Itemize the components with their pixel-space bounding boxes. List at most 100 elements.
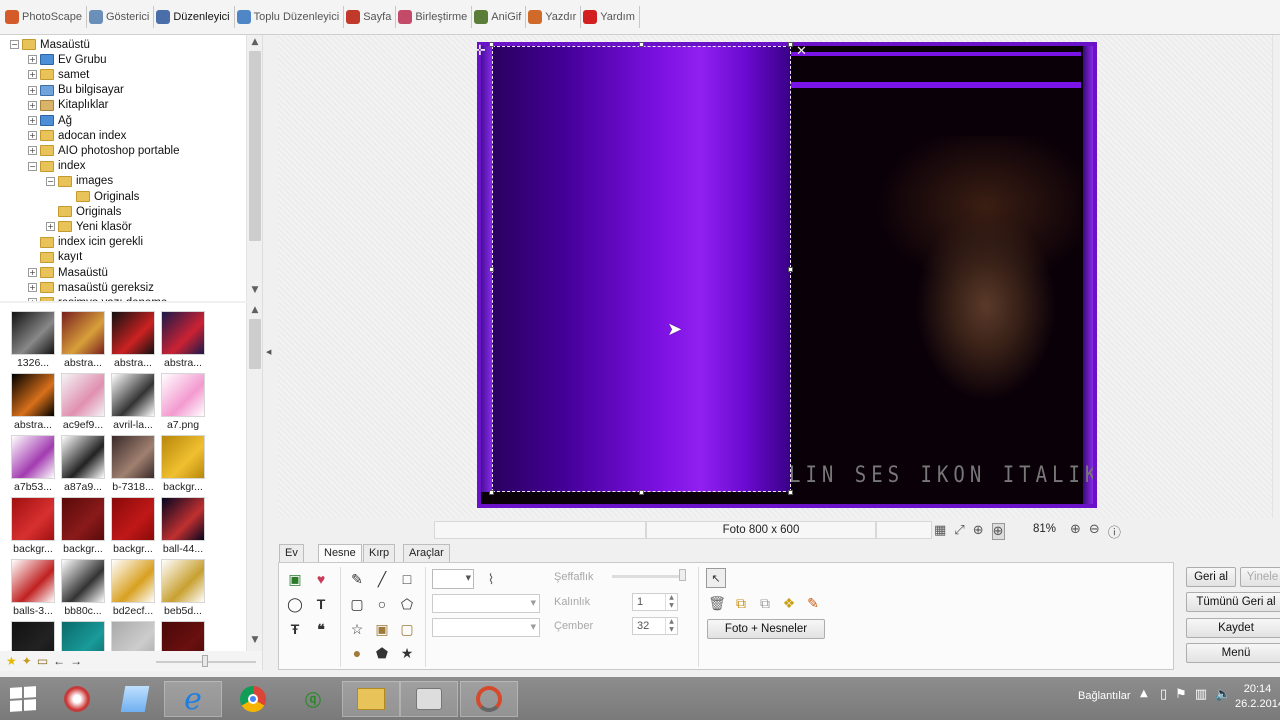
tree-item[interactable]: + Ağ bbox=[28, 113, 72, 128]
tab-tools[interactable]: Araçlar bbox=[403, 544, 450, 562]
resize-handle[interactable] bbox=[788, 490, 793, 495]
zoom-icon[interactable]: ⊕ bbox=[973, 523, 984, 540]
tree-item[interactable]: + masaüstü gereksiz bbox=[28, 280, 154, 295]
rounded-fill-icon[interactable]: ▢ bbox=[397, 619, 417, 639]
device-icon[interactable]: ▯ bbox=[1160, 687, 1167, 702]
tree-scrollbar[interactable]: ▲ ▼ bbox=[246, 35, 262, 301]
rectangle-icon[interactable]: □ bbox=[397, 569, 417, 589]
splitter[interactable]: ◀ bbox=[262, 35, 278, 670]
resize-handle[interactable] bbox=[788, 42, 793, 47]
photo-objects-button[interactable]: Foto + Nesneler bbox=[707, 619, 825, 639]
star-fill-icon[interactable]: ★ bbox=[397, 643, 417, 663]
thumbnail-item[interactable]: ball-44... bbox=[159, 497, 207, 555]
thumbnail-item[interactable]: a87a9... bbox=[59, 435, 107, 493]
group-icon[interactable]: ❖ bbox=[779, 593, 799, 613]
expand-icon[interactable]: + bbox=[46, 222, 55, 232]
network-icon[interactable]: ▥ bbox=[1195, 687, 1207, 702]
tree-item[interactable]: + adocan index bbox=[28, 128, 126, 143]
speech-balloon-icon[interactable]: ◯ bbox=[285, 594, 305, 614]
undo-all-button[interactable]: Tümünü Geri al bbox=[1186, 592, 1280, 612]
eyedropper-icon[interactable]: ⌇ bbox=[481, 569, 501, 589]
arrow-style-dropdown[interactable]: ▼ bbox=[432, 618, 540, 637]
tree-item[interactable]: − Masaüstü bbox=[10, 37, 90, 52]
star-icon[interactable]: ☆ bbox=[347, 619, 367, 639]
thumbnail-item[interactable]: b-7318... bbox=[109, 435, 157, 493]
zoom-fit-icon[interactable]: ⊕ bbox=[991, 523, 1005, 540]
menu-button[interactable]: Menü bbox=[1186, 643, 1280, 663]
thumb-size-handle[interactable] bbox=[202, 655, 208, 667]
text-box-icon[interactable]: Ŧ bbox=[285, 619, 305, 639]
tree-item[interactable]: Originals bbox=[64, 189, 139, 204]
tree-item[interactable]: + samet bbox=[28, 67, 89, 82]
expand-icon[interactable]: + bbox=[28, 85, 37, 95]
thumbnail-item[interactable]: beb5d... bbox=[159, 559, 207, 617]
actual-size-icon[interactable]: ▦ bbox=[934, 523, 946, 540]
zoom-out-icon[interactable]: ⊖ bbox=[1089, 522, 1100, 541]
redo-button[interactable]: Yinele bbox=[1240, 567, 1280, 587]
taskbar-paint-icon[interactable] bbox=[48, 681, 106, 717]
top-tab-photoscape[interactable]: PhotoScape bbox=[3, 6, 87, 28]
collapse-icon[interactable]: − bbox=[46, 176, 55, 186]
move-handle-icon[interactable]: ✛ bbox=[474, 43, 486, 59]
thumbnail-item[interactable]: 1326... bbox=[9, 311, 57, 369]
trash-icon[interactable]: 🗑 bbox=[707, 593, 727, 613]
top-tab-page[interactable]: Sayfa bbox=[344, 6, 397, 28]
transparency-handle[interactable] bbox=[679, 569, 686, 581]
zoom-in-icon[interactable]: ⊕ bbox=[1070, 522, 1081, 541]
top-tab-editor[interactable]: Düzenleyici bbox=[154, 6, 235, 28]
taskbar-photoscape-icon[interactable] bbox=[460, 681, 518, 717]
expand-icon[interactable]: + bbox=[28, 298, 37, 301]
tree-scroll-thumb[interactable] bbox=[249, 51, 261, 241]
scroll-up-icon[interactable]: ▲ bbox=[247, 305, 263, 319]
taskbar-ie-icon[interactable]: e bbox=[164, 681, 222, 717]
top-tab-help[interactable]: Yardım bbox=[581, 6, 640, 28]
start-button[interactable] bbox=[10, 686, 36, 712]
scroll-down-icon[interactable]: ▼ bbox=[247, 635, 263, 649]
tree-item[interactable]: + Ev Grubu bbox=[28, 52, 107, 67]
resize-handle[interactable] bbox=[489, 42, 494, 47]
thumbnail-item[interactable]: balls-3... bbox=[9, 559, 57, 617]
thumbnail-item[interactable]: abstra... bbox=[109, 311, 157, 369]
info-icon[interactable]: ⓘ bbox=[1108, 522, 1121, 541]
thumbnail-item[interactable]: backgr... bbox=[59, 497, 107, 555]
line-icon[interactable]: ╱ bbox=[372, 569, 392, 589]
tree-item[interactable]: index icin gerekli bbox=[28, 235, 143, 250]
expand-icon[interactable]: + bbox=[28, 146, 37, 156]
scroll-up-icon[interactable]: ▲ bbox=[247, 37, 263, 51]
select-cursor-icon[interactable]: ↖ bbox=[706, 568, 726, 588]
thickness-spinner[interactable]: 1 ▲ ▼ bbox=[632, 593, 678, 611]
scroll-down-icon[interactable]: ▼ bbox=[247, 285, 263, 299]
send-back-icon[interactable]: ⧉ bbox=[755, 593, 775, 613]
collapse-left-icon[interactable]: ◀ bbox=[266, 348, 271, 356]
circle-fill-icon[interactable]: ● bbox=[347, 643, 367, 663]
thumbnail-item[interactable]: backgr... bbox=[159, 435, 207, 493]
thumbnail-item[interactable]: a7.png bbox=[159, 373, 207, 431]
pen-icon[interactable]: ✎ bbox=[347, 569, 367, 589]
thumbnail-item[interactable] bbox=[109, 621, 157, 651]
thumbnail-item[interactable]: abstra... bbox=[59, 311, 107, 369]
resize-handle[interactable] bbox=[639, 42, 644, 47]
tree-item[interactable]: + resimvo yazı deneme bbox=[28, 295, 167, 301]
save-button[interactable]: Kaydet bbox=[1186, 618, 1280, 638]
bring-front-icon[interactable]: ⧉ bbox=[731, 593, 751, 613]
tray-expand-icon[interactable]: ▲ bbox=[1140, 688, 1148, 699]
thumbnail-item[interactable]: abstra... bbox=[9, 373, 57, 431]
folder-open-icon[interactable]: ▭ bbox=[37, 654, 48, 668]
flag-icon[interactable]: ⚑ bbox=[1175, 687, 1187, 702]
resize-handle[interactable] bbox=[788, 267, 793, 272]
connections-toolbar[interactable]: Bağlantılar bbox=[1078, 690, 1131, 702]
tree-item[interactable]: + Bu bilgisayar bbox=[28, 83, 124, 98]
favorite-icon[interactable]: ★ bbox=[6, 654, 17, 668]
fit-icon[interactable]: ⤢ bbox=[954, 523, 964, 540]
quote-icon[interactable]: ❝ bbox=[311, 619, 331, 639]
undo-button[interactable]: Geri al bbox=[1186, 567, 1236, 587]
thumbnail-item[interactable] bbox=[9, 621, 57, 651]
top-tab-anigif[interactable]: AniGif bbox=[472, 6, 527, 28]
forward-icon[interactable]: → bbox=[70, 654, 82, 668]
expand-icon[interactable]: + bbox=[28, 55, 37, 65]
add-favorite-icon[interactable]: ✦ bbox=[22, 654, 32, 668]
transparency-slider[interactable] bbox=[612, 575, 684, 578]
taskbar-camera-icon[interactable] bbox=[400, 681, 458, 717]
thumbs-scrollbar[interactable]: ▲ ▼ bbox=[246, 303, 262, 651]
tree-item[interactable]: Originals bbox=[46, 204, 121, 219]
